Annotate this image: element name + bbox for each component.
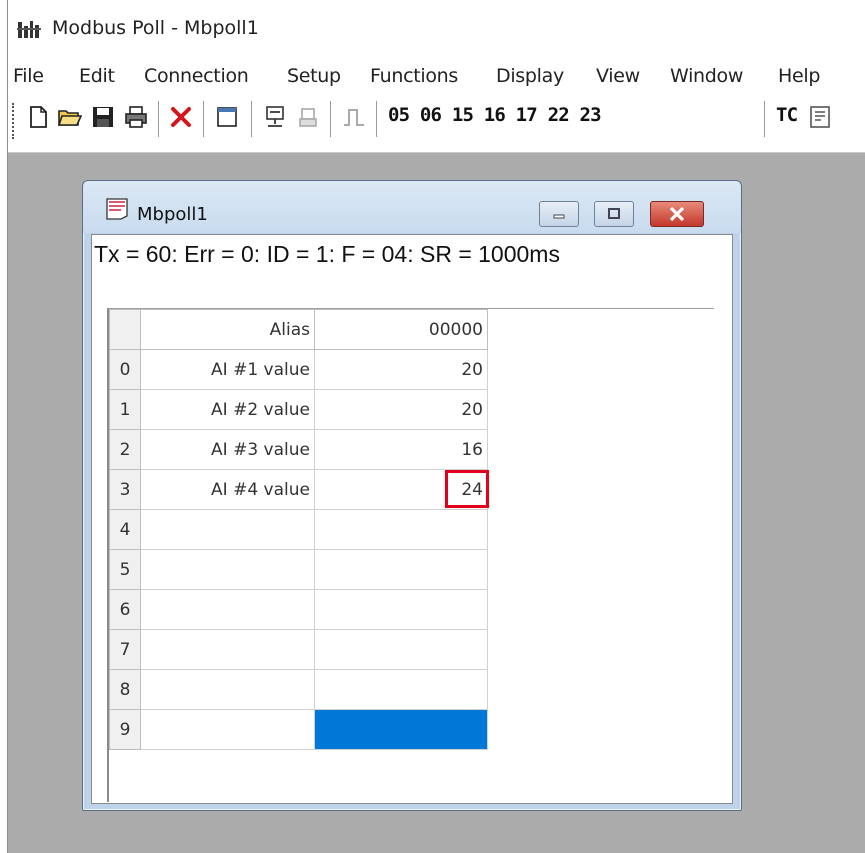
- value-cell[interactable]: 20: [314, 389, 488, 430]
- connect-icon[interactable]: [263, 105, 287, 129]
- print-icon[interactable]: [124, 105, 148, 129]
- data-grid: Alias 00000 0 AI #1 value 20 1 AI #2 value 20…: [109, 309, 488, 750]
- alias-cell[interactable]: [140, 669, 315, 710]
- function-code-buttons[interactable]: 05 06 15 16 17 22 23: [388, 104, 602, 126]
- alias-cell[interactable]: AI #2 value: [140, 389, 315, 430]
- value-cell[interactable]: [314, 509, 488, 550]
- modbus-poll-app-icon: [17, 21, 41, 38]
- row-number-cell[interactable]: 2: [109, 429, 141, 470]
- child-title-bar[interactable]: Mbpoll1: [83, 181, 741, 233]
- maximize-button[interactable]: [594, 201, 634, 227]
- row-number-cell[interactable]: 0: [109, 349, 141, 390]
- menu-display[interactable]: Display: [496, 65, 564, 87]
- table-row[interactable]: 1 AI #2 value 20: [109, 389, 488, 430]
- alias-column-header[interactable]: Alias: [140, 309, 315, 350]
- table-row[interactable]: 9: [109, 709, 488, 750]
- menu-file[interactable]: File: [13, 65, 44, 87]
- table-row[interactable]: 5: [109, 549, 488, 590]
- document-icon: [106, 198, 128, 220]
- close-red-x-icon[interactable]: [169, 105, 193, 129]
- row-number-cell[interactable]: 4: [109, 509, 141, 550]
- menu-bar: File Edit Connection Setup Functions Dis…: [8, 61, 865, 93]
- new-document-icon[interactable]: [26, 105, 50, 129]
- mdi-workspace: Mbpoll1 Tx = 60: Err = 0: ID = 1: F = 04…: [8, 153, 865, 853]
- toolbar-separator: [158, 101, 160, 137]
- maximize-icon: [608, 208, 620, 219]
- highlight-annotation-box: [445, 470, 489, 508]
- data-grid-frame: Alias 00000 0 AI #1 value 20 1 AI #2 value 20…: [107, 308, 714, 802]
- menu-edit[interactable]: Edit: [79, 65, 115, 87]
- table-row[interactable]: 0 AI #1 value 20: [109, 349, 488, 390]
- table-row[interactable]: 7: [109, 629, 488, 670]
- toolbar-grip[interactable]: [12, 103, 16, 139]
- alias-cell[interactable]: AI #3 value: [140, 429, 315, 470]
- close-icon: [669, 206, 685, 222]
- save-icon[interactable]: [91, 105, 115, 129]
- minimize-icon: [553, 214, 565, 219]
- selected-value-cell[interactable]: [314, 709, 488, 750]
- pulse-icon[interactable]: [342, 105, 366, 129]
- toolbar-separator: [330, 101, 332, 137]
- grid-header-row: Alias 00000: [109, 309, 488, 350]
- alias-cell[interactable]: [140, 589, 315, 630]
- value-cell[interactable]: [314, 669, 488, 710]
- value-cell[interactable]: 16: [314, 429, 488, 470]
- alias-cell[interactable]: [140, 629, 315, 670]
- child-window-title: Mbpoll1: [137, 204, 208, 225]
- minimize-button[interactable]: [539, 201, 579, 227]
- table-row[interactable]: 4: [109, 509, 488, 550]
- child-window-mbpoll1: Mbpoll1 Tx = 60: Err = 0: ID = 1: F = 04…: [82, 180, 742, 811]
- tc-button[interactable]: TC: [776, 104, 798, 126]
- table-row[interactable]: 2 AI #3 value 16: [109, 429, 488, 470]
- table-row[interactable]: 3 AI #4 value 24: [109, 469, 488, 510]
- value-cell[interactable]: [314, 589, 488, 630]
- value-cell[interactable]: [314, 549, 488, 590]
- test-center-icon[interactable]: [808, 105, 832, 129]
- row-number-cell[interactable]: 9: [109, 709, 141, 750]
- row-number-cell[interactable]: 1: [109, 389, 141, 430]
- grid-corner-cell[interactable]: [109, 309, 141, 350]
- alias-cell[interactable]: [140, 509, 315, 550]
- value-cell[interactable]: 20: [314, 349, 488, 390]
- toolbar-separator: [376, 101, 378, 137]
- open-folder-icon[interactable]: [58, 105, 82, 129]
- table-row[interactable]: 6: [109, 589, 488, 630]
- alias-cell[interactable]: AI #1 value: [140, 349, 315, 390]
- table-row[interactable]: 8: [109, 669, 488, 710]
- value-cell[interactable]: [314, 629, 488, 670]
- close-button[interactable]: [650, 201, 704, 227]
- disconnect-icon[interactable]: [296, 105, 320, 129]
- row-number-cell[interactable]: 5: [109, 549, 141, 590]
- toolbar-separator: [203, 101, 205, 137]
- row-number-cell[interactable]: 3: [109, 469, 141, 510]
- toolbar: 05 06 15 16 17 22 23 TC: [8, 93, 865, 153]
- window-icon[interactable]: [215, 105, 239, 129]
- toolbar-separator: [764, 101, 766, 137]
- menu-setup[interactable]: Setup: [287, 65, 341, 87]
- address-column-header[interactable]: 00000: [314, 309, 488, 350]
- menu-functions[interactable]: Functions: [370, 65, 458, 87]
- app-title: Modbus Poll - Mbpoll1: [52, 17, 259, 39]
- menu-help[interactable]: Help: [778, 65, 820, 87]
- row-number-cell[interactable]: 6: [109, 589, 141, 630]
- alias-cell[interactable]: [140, 709, 315, 750]
- title-bar: Modbus Poll - Mbpoll1: [8, 0, 865, 61]
- alias-cell[interactable]: [140, 549, 315, 590]
- row-number-cell[interactable]: 7: [109, 629, 141, 670]
- child-window-body: Tx = 60: Err = 0: ID = 1: F = 04: SR = 1…: [91, 234, 733, 804]
- menu-connection[interactable]: Connection: [144, 65, 249, 87]
- toolbar-separator: [251, 101, 253, 137]
- modbus-poll-app: Modbus Poll - Mbpoll1 File Edit Connecti…: [7, 0, 865, 853]
- menu-window[interactable]: Window: [670, 65, 743, 87]
- alias-cell[interactable]: AI #4 value: [140, 469, 315, 510]
- status-line: Tx = 60: Err = 0: ID = 1: F = 04: SR = 1…: [94, 241, 560, 267]
- row-number-cell[interactable]: 8: [109, 669, 141, 710]
- menu-view[interactable]: View: [596, 65, 640, 87]
